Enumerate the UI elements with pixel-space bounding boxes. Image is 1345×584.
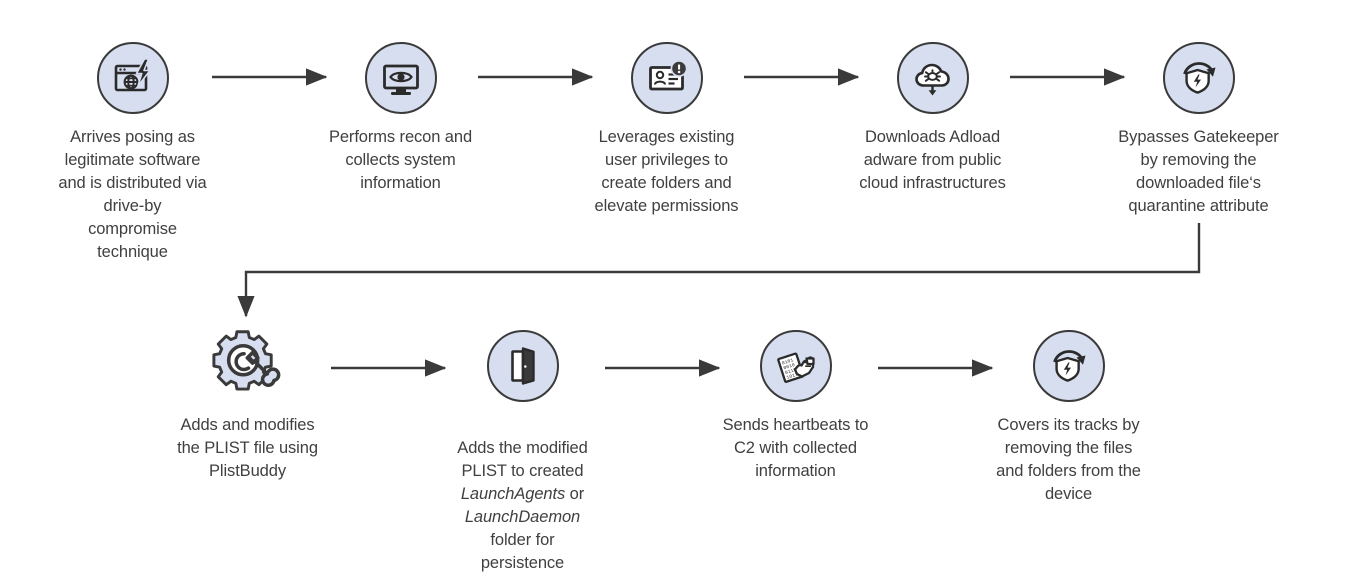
monitor-eye-icon [364, 42, 437, 114]
flow-step-7-label: Adds the modified PLIST to created Launc… [457, 414, 587, 575]
flow-step-1[interactable]: Arrives posing as legitimate software an… [30, 42, 235, 264]
hand-binary-document-icon: 0101 0010 0110 1011 [759, 330, 832, 402]
flow-step-6[interactable]: Adds and modifies the PLIST file using P… [145, 330, 350, 483]
flow-step-7-label-part-1: Adds the modified PLIST to created [457, 439, 588, 480]
flow-step-7-label-part-2: LaunchAgents [460, 485, 566, 503]
shield-bypass-icon [1162, 42, 1235, 114]
flow-step-6-label: Adds and modifies the PLIST file using P… [177, 416, 318, 480]
flow-step-2[interactable]: Performs recon and collects system infor… [298, 42, 503, 195]
flow-step-8[interactable]: 0101 0010 0110 1011 Sends heartbeats to … [693, 330, 898, 483]
flow-step-7[interactable]: Adds the modified PLIST to created Launc… [420, 330, 625, 575]
id-card-alert-icon [630, 42, 703, 114]
open-door-icon [486, 330, 559, 402]
flow-step-3[interactable]: Leverages existing user privileges to cr… [564, 42, 769, 218]
flow-step-2-label: Performs recon and collects system infor… [328, 128, 473, 192]
shield-bypass-icon [1032, 330, 1105, 402]
flow-step-3-label: Leverages existing user privileges to cr… [594, 128, 739, 215]
flow-step-4-label: Downloads Adload adware from public clou… [859, 128, 1006, 192]
flow-step-4[interactable]: Downloads Adload adware from public clou… [830, 42, 1035, 195]
flow-step-7-label-part-4: LaunchDaemon [464, 508, 581, 526]
flow-step-5[interactable]: Bypasses Gatekeeper by removing the down… [1096, 42, 1301, 218]
cloud-malware-download-icon [896, 42, 969, 114]
gear-wrench-icon [211, 330, 284, 402]
arrow-step5-step6 [237, 223, 1201, 318]
browser-globe-lightning-icon [96, 42, 169, 114]
flow-step-8-label: Sends heartbeats to C2 with collected in… [722, 416, 869, 480]
flow-step-7-label-part-3: or [569, 485, 585, 503]
flow-step-9-label: Covers its tracks by removing the files … [996, 416, 1141, 503]
process-flow-diagram: Arrives posing as legitimate software an… [0, 0, 1345, 584]
flow-step-1-label: Arrives posing as legitimate software an… [58, 128, 207, 261]
flow-step-9[interactable]: Covers its tracks by removing the files … [966, 330, 1171, 506]
flow-step-7-label-part-5: folder for persistence [480, 531, 565, 572]
flow-step-5-label: Bypasses Gatekeeper by removing the down… [1118, 128, 1279, 215]
